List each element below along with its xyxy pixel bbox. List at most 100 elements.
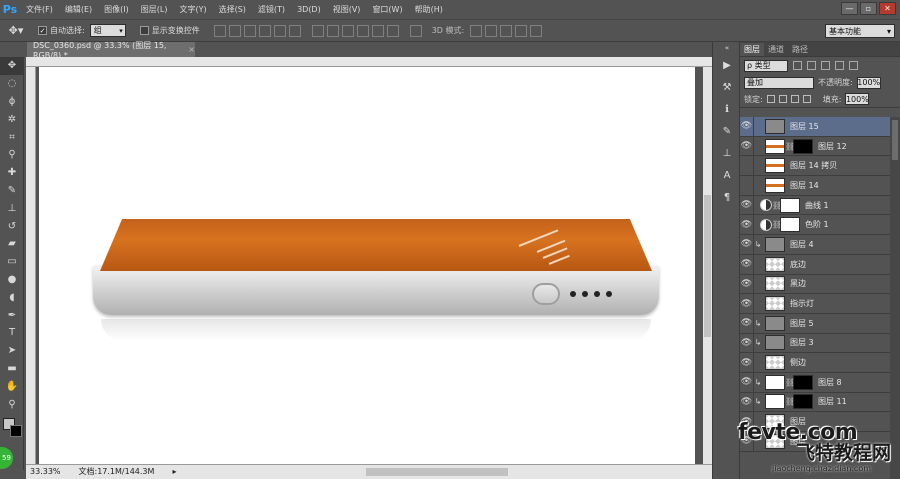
restore-button[interactable]: ▫ <box>860 2 877 15</box>
document-tab[interactable]: DSC_0360.psd @ 33.3% (图层 15, RGB/8) * × <box>27 41 195 60</box>
visibility-eye-icon[interactable]: 👁 <box>740 392 754 412</box>
visibility-eye-icon[interactable]: 👁 <box>740 175 754 195</box>
eyedropper-tool-icon[interactable]: ⚲ <box>0 146 24 164</box>
fill-input[interactable]: 100% <box>845 93 870 105</box>
visibility-eye-icon[interactable]: 👁 <box>740 136 754 156</box>
layer-row-15[interactable]: 👁 图层 15 <box>740 117 890 137</box>
canvas-area[interactable] <box>36 67 703 464</box>
visibility-eye-icon[interactable]: 👁 <box>740 412 754 432</box>
hand-tool-icon[interactable]: ✋ <box>0 377 24 395</box>
chain-link-icon[interactable]: ⛓ <box>772 201 782 210</box>
menu-select[interactable]: 选择(S) <box>213 4 252 15</box>
magic-wand-tool-icon[interactable]: ✲ <box>0 110 24 128</box>
vertical-scrollbar[interactable] <box>703 67 712 464</box>
blend-mode-select[interactable]: 叠加 <box>744 76 814 89</box>
visibility-eye-icon[interactable]: 👁 <box>740 215 754 235</box>
pen-tool-icon[interactable]: ✒ <box>0 306 24 324</box>
menu-filter[interactable]: 滤镜(T) <box>252 4 291 15</box>
align-right-icon[interactable] <box>288 24 301 37</box>
visibility-eye-icon[interactable]: 👁 <box>740 294 754 314</box>
blur-tool-icon[interactable]: ● <box>0 271 24 289</box>
layer-row-curves-1[interactable]: 👁 ⛓ 曲线 1 <box>740 195 890 216</box>
tab-layers[interactable]: 图层 <box>740 43 764 56</box>
quick-mask-badge-icon[interactable]: 59 <box>0 447 13 469</box>
layer-row-partial-2[interactable]: 👁 图层 <box>740 431 890 452</box>
marquee-tool-icon[interactable]: ◌ <box>0 75 24 93</box>
eraser-tool-icon[interactable]: ▰ <box>0 235 24 253</box>
chain-link-icon[interactable]: ⛓ <box>785 378 795 387</box>
tab-paths[interactable]: 路径 <box>788 43 812 56</box>
visibility-eye-icon[interactable]: 👁 <box>740 195 754 215</box>
3d-scale-icon[interactable] <box>530 24 543 37</box>
layer-row-12[interactable]: 👁 ⛓ 图层 12 <box>740 136 890 157</box>
visibility-eye-icon[interactable]: 👁 <box>740 431 754 451</box>
type-tool-icon[interactable]: T <box>0 324 24 342</box>
visibility-eye-icon[interactable]: 👁 <box>740 156 754 176</box>
visibility-eye-icon[interactable]: 👁 <box>740 117 754 136</box>
tool-presets-icon[interactable]: ⚒ <box>713 76 741 98</box>
chain-link-icon[interactable]: ⛓ <box>772 220 782 229</box>
visibility-eye-icon[interactable]: 👁 <box>740 313 754 333</box>
filter-type-icon[interactable] <box>821 61 830 70</box>
layer-row-14-copy[interactable]: 👁 图层 14 拷贝 <box>740 156 890 177</box>
menu-help[interactable]: 帮助(H) <box>409 4 449 15</box>
3d-pan-icon[interactable] <box>500 24 513 37</box>
play-action-icon[interactable]: ▶ <box>713 54 741 76</box>
opacity-input[interactable]: 100% <box>856 76 881 89</box>
zoom-readout[interactable]: 33.33% <box>30 467 61 476</box>
3d-roll-icon[interactable] <box>485 24 498 37</box>
3d-rotate-icon[interactable] <box>470 24 483 37</box>
layer-row-5[interactable]: 👁 ↳ 图层 5 <box>740 313 890 334</box>
layer-mask-thumbnail[interactable] <box>793 374 813 390</box>
visibility-eye-icon[interactable]: 👁 <box>740 254 754 274</box>
healing-brush-tool-icon[interactable]: ✚ <box>0 164 24 182</box>
visibility-eye-icon[interactable]: 👁 <box>740 353 754 373</box>
paragraph-panel-icon[interactable]: ¶ <box>713 186 741 208</box>
minimize-button[interactable]: — <box>841 2 858 15</box>
clone-source-icon[interactable]: ⊥ <box>713 142 741 164</box>
layer-row-bottom-edge[interactable]: 👁 底边 <box>740 254 890 275</box>
menu-window[interactable]: 窗口(W) <box>366 4 408 15</box>
layer-row-partial-1[interactable]: 👁 图层 <box>740 412 890 432</box>
brush-tool-icon[interactable]: ✎ <box>0 182 24 200</box>
menu-type[interactable]: 文字(Y) <box>173 4 212 15</box>
path-selection-tool-icon[interactable]: ➤ <box>0 342 24 360</box>
layer-row-14[interactable]: 👁 图层 14 <box>740 175 890 196</box>
document-size[interactable]: 文档:17.1M/144.3M <box>79 466 155 477</box>
menu-file[interactable]: 文件(F) <box>20 4 59 15</box>
menu-layer[interactable]: 图层(L) <box>135 4 174 15</box>
background-color-swatch[interactable] <box>10 425 22 437</box>
clone-stamp-tool-icon[interactable]: ⊥ <box>0 199 24 217</box>
layer-row-levels-1[interactable]: 👁 ⛓ 色阶 1 <box>740 215 890 236</box>
visibility-eye-icon[interactable]: 👁 <box>740 234 754 254</box>
3d-slide-icon[interactable] <box>515 24 528 37</box>
lasso-tool-icon[interactable]: ϕ <box>0 93 24 111</box>
gradient-tool-icon[interactable]: ▭ <box>0 253 24 271</box>
layer-row-side-edge[interactable]: 👁 侧边 <box>740 353 890 373</box>
layer-kind-filter[interactable]: ρ 类型 <box>744 59 788 72</box>
distribute-left-icon[interactable] <box>356 24 369 37</box>
lock-all-icon[interactable] <box>802 95 811 103</box>
brush-panel-icon[interactable]: ✎ <box>713 120 741 142</box>
lock-transparency-icon[interactable] <box>766 95 775 103</box>
layers-scrollbar[interactable] <box>890 117 900 479</box>
distribute-top-icon[interactable] <box>311 24 324 37</box>
chain-link-icon[interactable]: ⛓ <box>785 397 795 406</box>
align-hcenter-icon[interactable] <box>273 24 286 37</box>
filter-adjustment-icon[interactable] <box>807 61 816 70</box>
distribute-vcenter-icon[interactable] <box>326 24 339 37</box>
filter-shape-icon[interactable] <box>835 61 844 70</box>
filter-smart-object-icon[interactable] <box>849 61 858 70</box>
layers-scroll-thumb[interactable] <box>892 120 898 160</box>
color-swatches[interactable] <box>3 418 23 438</box>
lock-position-icon[interactable] <box>790 95 799 103</box>
shape-tool-icon[interactable]: ▬ <box>0 360 24 378</box>
layer-mask-thumbnail[interactable] <box>780 197 800 213</box>
distribute-bottom-icon[interactable] <box>341 24 354 37</box>
layer-row-black-edge[interactable]: 👁 黑边 <box>740 274 890 295</box>
close-button[interactable]: ✕ <box>879 2 896 15</box>
vertical-ruler[interactable] <box>26 67 36 464</box>
horizontal-scroll-thumb[interactable] <box>366 468 508 476</box>
move-tool-icon[interactable]: ✥ <box>0 57 24 75</box>
collapse-panels-icon[interactable]: « <box>713 42 741 54</box>
